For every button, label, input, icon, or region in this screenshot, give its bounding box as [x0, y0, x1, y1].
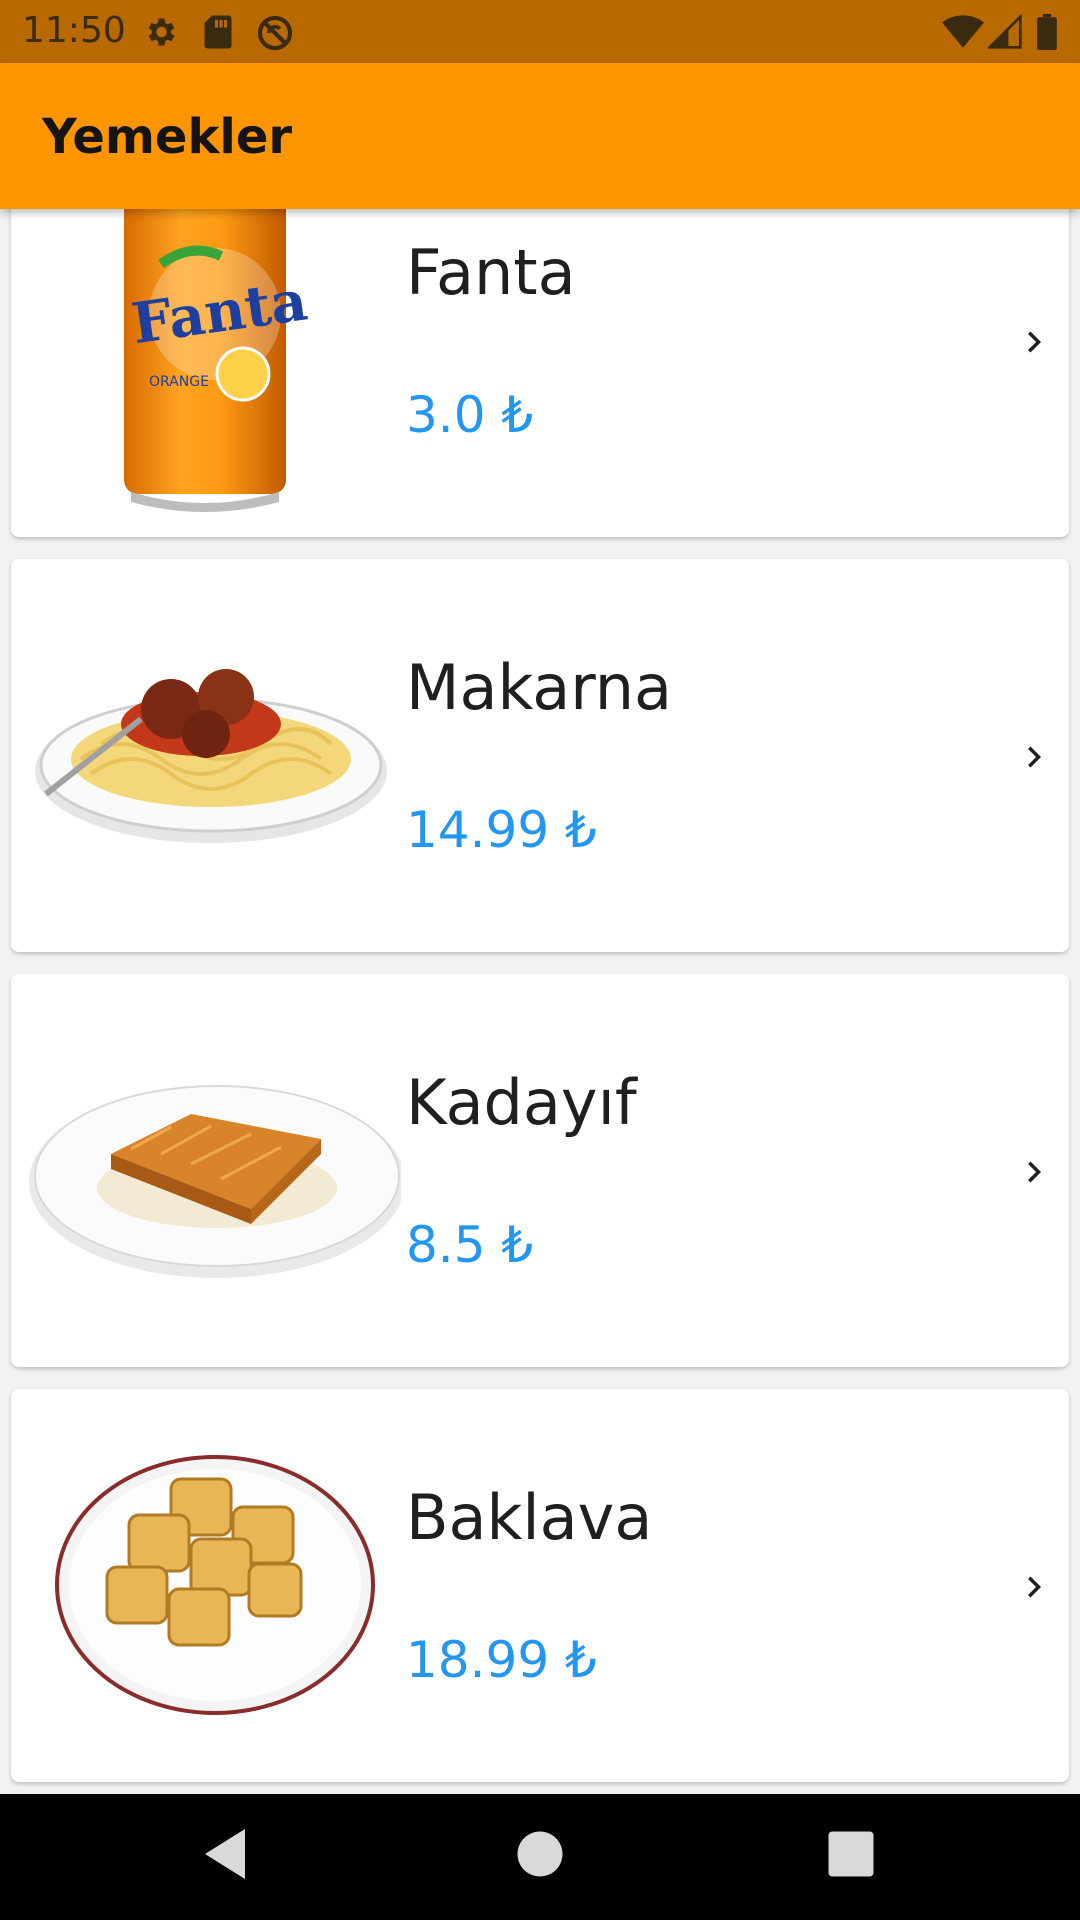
- list-item[interactable]: Kadayıf 8.5 ₺: [11, 974, 1069, 1367]
- item-price: 18.99 ₺: [406, 1631, 597, 1689]
- navigation-bar: [0, 1794, 1080, 1920]
- chevron-right-icon[interactable]: [1013, 321, 1055, 363]
- item-price: 14.99 ₺: [406, 801, 597, 859]
- item-name: Kadayıf: [406, 1066, 637, 1139]
- item-name: Fanta: [406, 236, 576, 309]
- item-name: Makarna: [406, 651, 672, 724]
- home-icon[interactable]: [510, 1824, 570, 1884]
- svg-text:ORANGE: ORANGE: [149, 374, 209, 390]
- gear-icon: [148, 18, 175, 46]
- app-title: Yemekler: [42, 109, 293, 165]
- signal-icon: [988, 14, 1022, 49]
- recents-icon[interactable]: [826, 1824, 876, 1884]
- app-bar: Yemekler: [0, 63, 1080, 209]
- list-item[interactable]: Makarna 14.99 ₺: [11, 559, 1069, 952]
- chevron-right-icon[interactable]: [1013, 1151, 1055, 1193]
- back-icon[interactable]: [200, 1824, 250, 1884]
- status-bar: 11:50: [0, 0, 1080, 63]
- item-price: 8.5 ₺: [406, 1216, 534, 1274]
- list-item[interactable]: Baklava 18.99 ₺: [11, 1389, 1069, 1782]
- status-time: 11:50: [22, 10, 126, 51]
- spaghetti-plate-image: [35, 669, 387, 843]
- sd-card-icon: [204, 15, 232, 49]
- chevron-right-icon[interactable]: [1013, 736, 1055, 778]
- no-disturb-icon: [257, 15, 293, 51]
- food-list[interactable]: Fanta ORANGE Fanta 3.0 ₺ Makarna 14.99 ₺: [0, 209, 1080, 1794]
- list-item[interactable]: Fanta ORANGE Fanta 3.0 ₺: [11, 209, 1069, 537]
- kadayif-plate-image: [29, 1085, 401, 1278]
- chevron-right-icon[interactable]: [1013, 1566, 1055, 1608]
- wifi-icon: [942, 15, 984, 48]
- item-price: 3.0 ₺: [406, 386, 534, 444]
- item-name: Baklava: [406, 1481, 653, 1554]
- battery-icon: [1037, 14, 1057, 50]
- fanta-can-image: Fanta ORANGE: [124, 209, 311, 512]
- baklava-plate-image: [55, 1455, 375, 1715]
